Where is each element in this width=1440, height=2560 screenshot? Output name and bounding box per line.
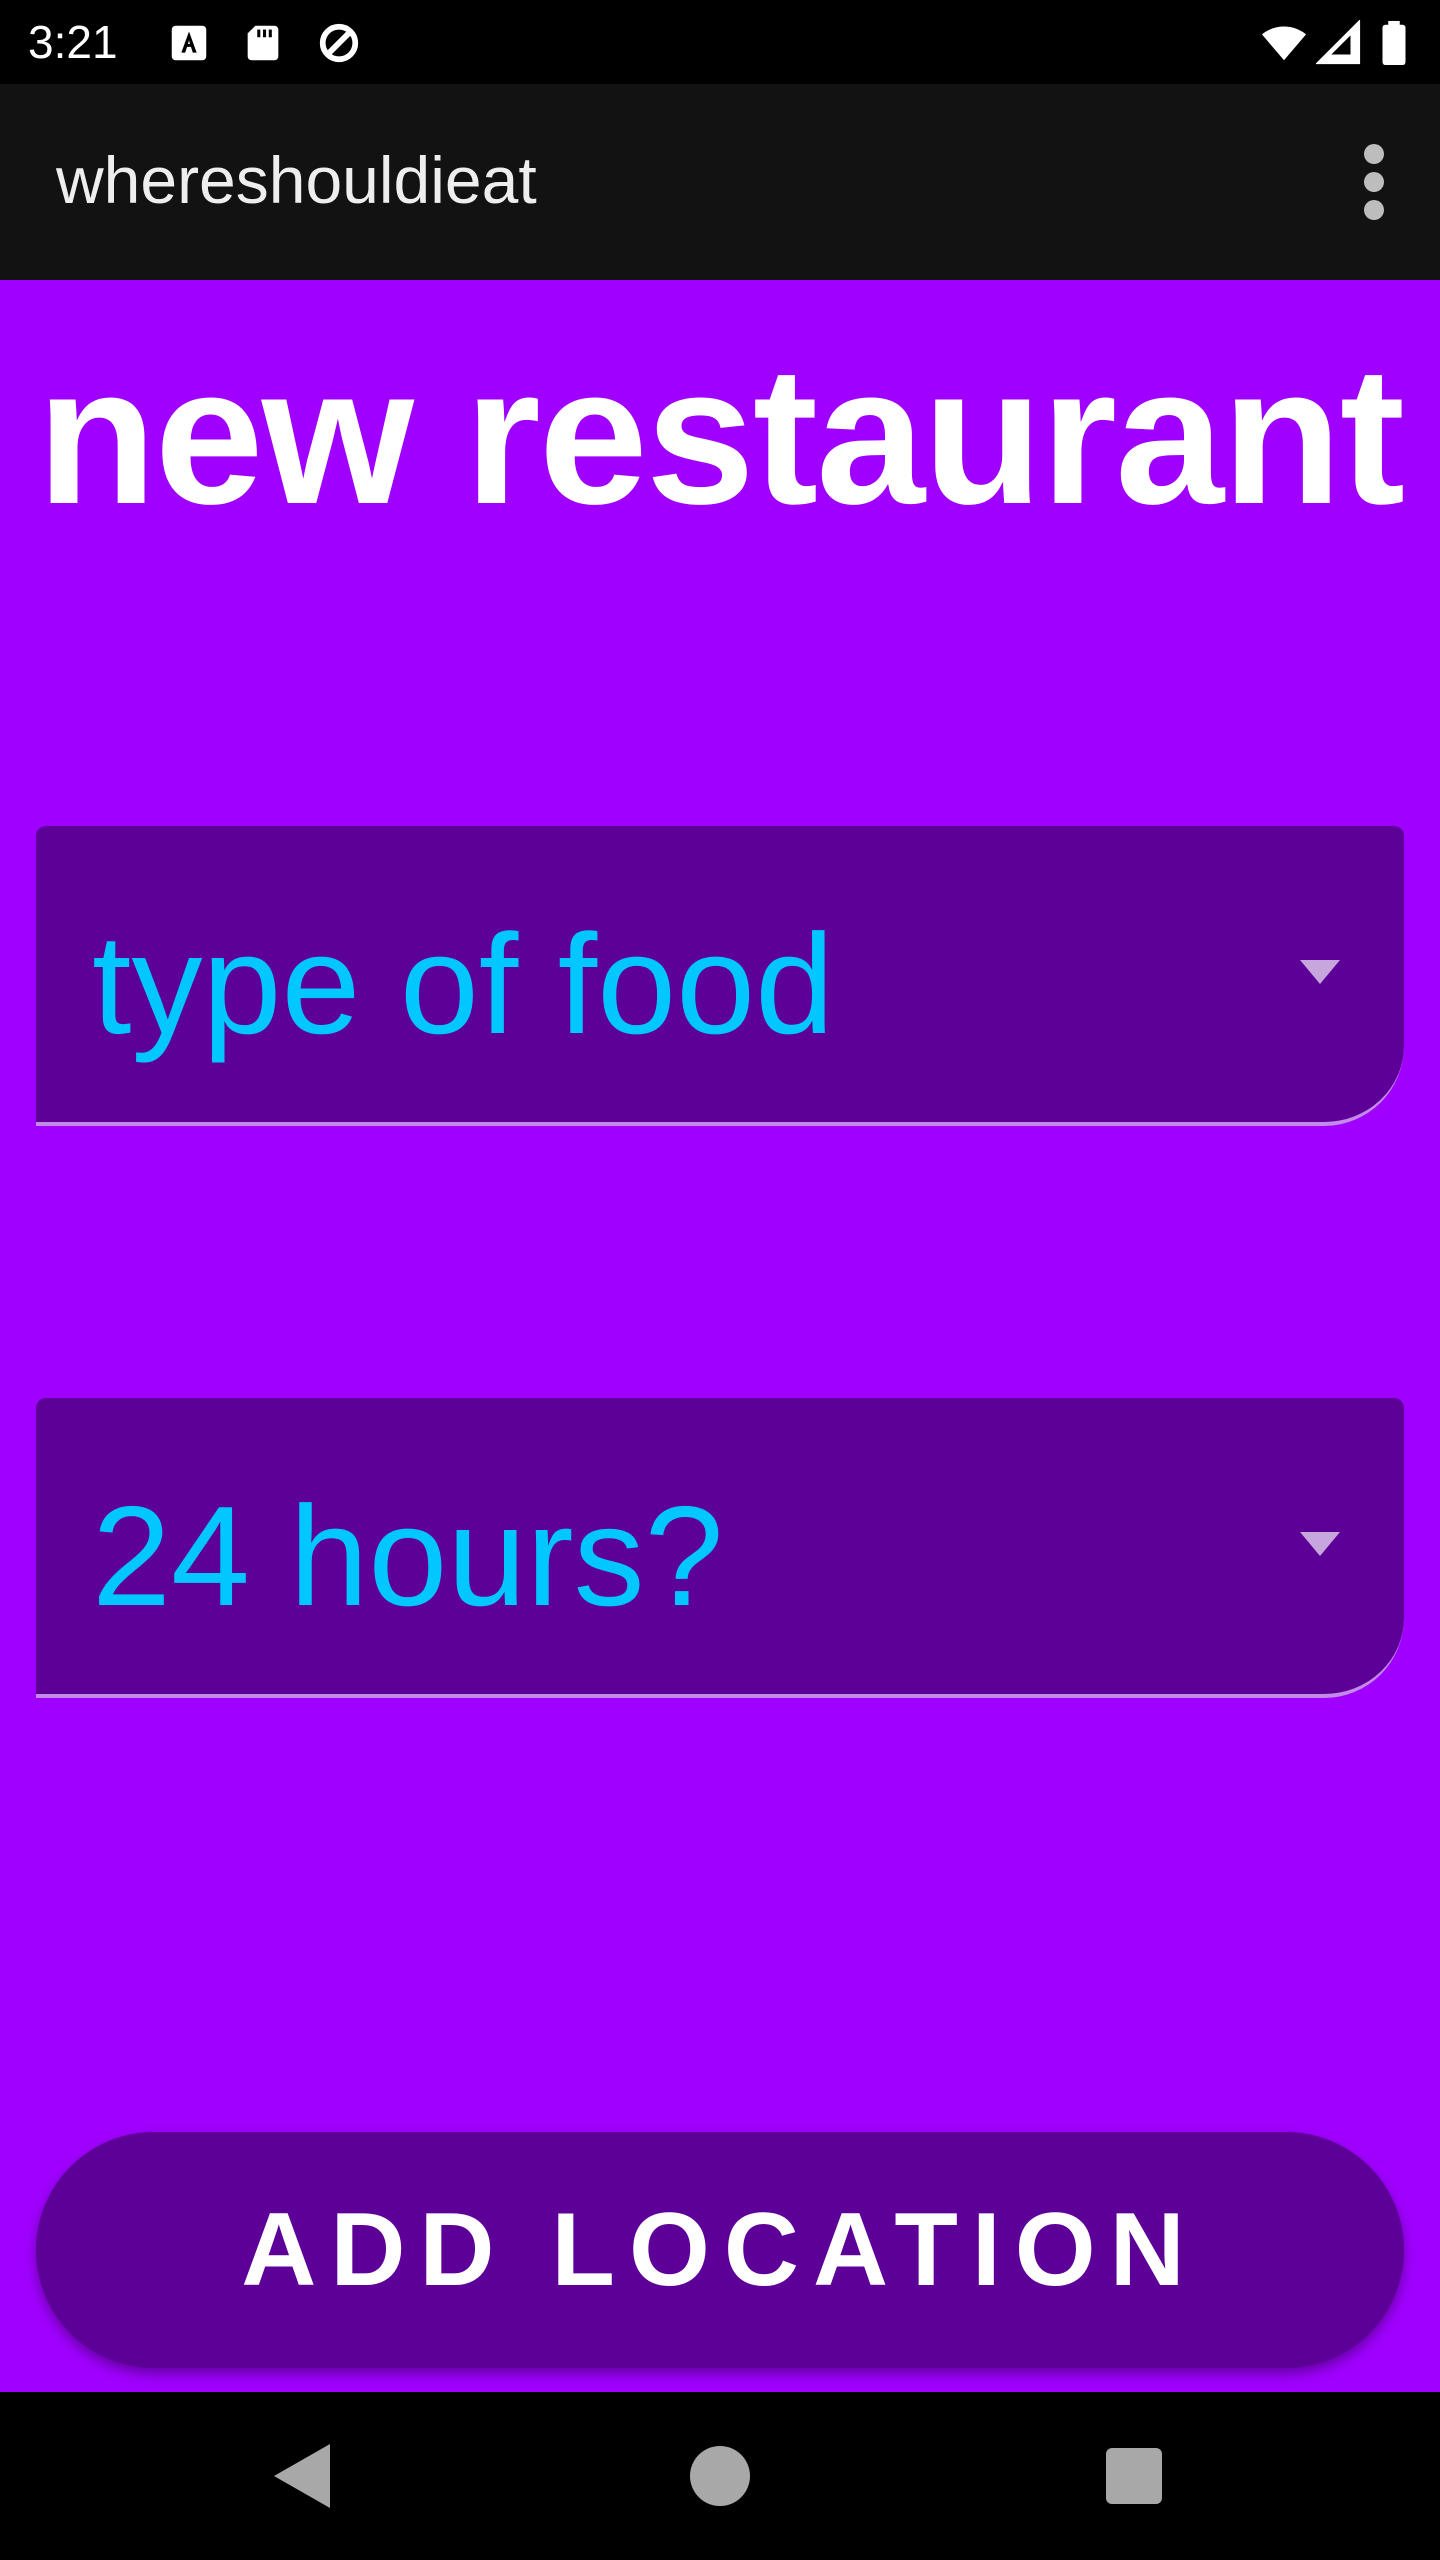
more-vert-icon[interactable]: [1342, 142, 1406, 222]
food-type-spinner[interactable]: type of food: [36, 826, 1404, 1126]
chevron-down-icon: [1300, 960, 1340, 984]
chevron-down-icon: [1300, 1532, 1340, 1556]
app-bar: whereshouldieat: [0, 84, 1440, 280]
cell-signal-icon: [1316, 20, 1362, 66]
data-saver-icon: [316, 20, 362, 66]
food-type-selected: type of food: [92, 905, 835, 1064]
battery-icon: [1376, 20, 1412, 66]
wifi-icon: [1256, 20, 1312, 66]
page-title: new restaurant: [36, 326, 1405, 545]
hours-spinner[interactable]: 24 hours?: [36, 1398, 1404, 1698]
recents-icon[interactable]: [1094, 2436, 1174, 2516]
hours-selected: 24 hours?: [92, 1477, 724, 1636]
status-bar: 3:21: [0, 0, 1440, 84]
sd-card-icon: [240, 20, 286, 66]
navigation-bar: [0, 2392, 1440, 2560]
status-time: 3:21: [28, 16, 118, 68]
back-icon[interactable]: [262, 2436, 342, 2516]
accessibility-a-icon: [166, 20, 212, 66]
app-title: whereshouldieat: [56, 143, 537, 217]
home-icon[interactable]: [680, 2436, 760, 2516]
add-location-button[interactable]: ADD LOCATION: [36, 2132, 1404, 2368]
